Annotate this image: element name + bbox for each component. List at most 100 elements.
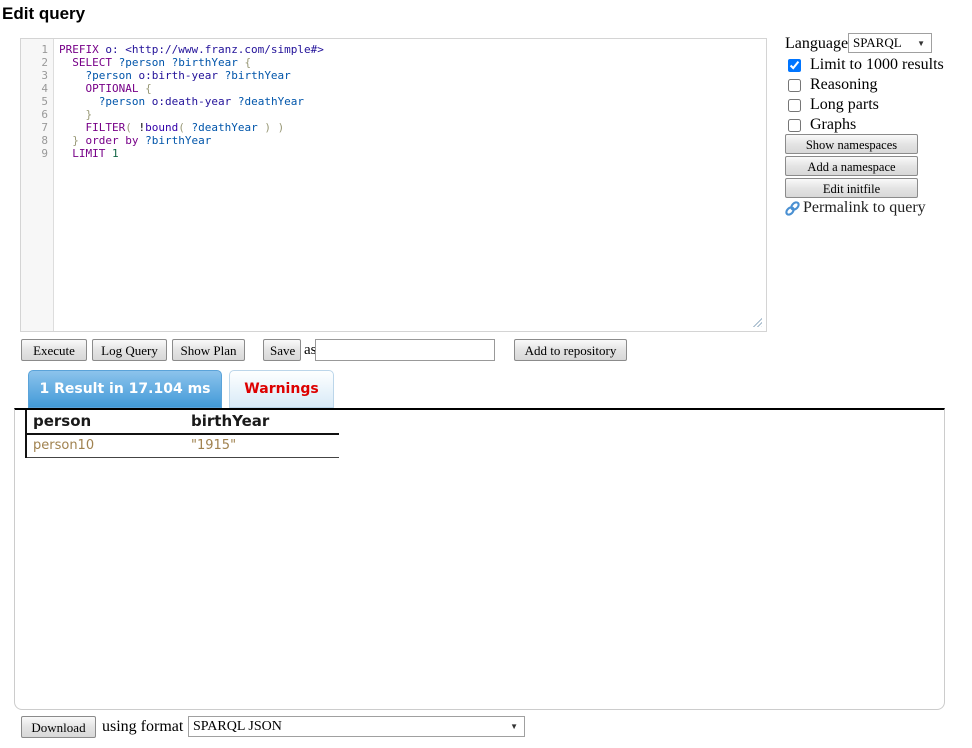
download-button[interactable]: Download [21, 716, 96, 738]
query-editor[interactable]: 123456789 PREFIX o: <http://www.franz.co… [20, 38, 767, 332]
code-line[interactable]: LIMIT 1 [59, 147, 766, 160]
code-token [59, 121, 86, 134]
result-table: person birthYear person10 "1915" [25, 410, 339, 458]
tab-warnings[interactable]: Warnings [229, 370, 334, 408]
code-token [59, 108, 86, 121]
long-parts-checkbox[interactable] [788, 99, 801, 112]
table-row: person10 "1915" [27, 435, 339, 458]
add-to-repository-button[interactable]: Add to repository [514, 339, 627, 361]
long-parts-checkbox-row[interactable]: Long parts [788, 96, 879, 114]
language-label: Language: [785, 35, 853, 53]
code-token [59, 82, 86, 95]
code-token: ?person ?birthYear [119, 56, 245, 69]
reasoning-checkbox-row[interactable]: Reasoning [788, 76, 878, 94]
editor-lines: PREFIX o: <http://www.franz.com/simple#>… [59, 43, 766, 160]
code-token: ) [278, 121, 285, 134]
editor-code[interactable]: PREFIX o: <http://www.franz.com/simple#>… [54, 39, 766, 331]
using-format-label: using format [102, 718, 183, 736]
language-select[interactable]: SPARQL ▼ [848, 33, 932, 53]
execute-button[interactable]: Execute [21, 339, 87, 361]
tab-results[interactable]: 1 Result in 17.104 ms [28, 370, 222, 408]
table-header-row: person birthYear [27, 410, 339, 435]
edit-query-page: Edit query 123456789 PREFIX o: <http://w… [0, 0, 972, 748]
code-token: bound [145, 121, 178, 134]
code-token: 1 [112, 147, 119, 160]
code-line[interactable]: FILTER( !bound( ?deathYear ) ) [59, 121, 766, 134]
code-token [59, 69, 86, 82]
format-select-value: SPARQL JSON [193, 719, 282, 735]
code-token: ?birthYear [225, 69, 291, 82]
resize-handle-icon[interactable] [751, 316, 762, 327]
chevron-down-icon: ▼ [510, 722, 520, 731]
code-token: FILTER [86, 121, 126, 134]
code-token: order by [86, 134, 146, 147]
code-token: o: <http://www.franz.com/simple#> [105, 43, 324, 56]
save-button[interactable]: Save [263, 339, 301, 361]
reasoning-label: Reasoning [810, 76, 878, 94]
page-title: Edit query [2, 4, 85, 24]
graphs-checkbox-row[interactable]: Graphs [788, 116, 856, 134]
code-token: ?birthYear [145, 134, 211, 147]
line-number: 9 [21, 147, 53, 160]
code-token: o:death-year [152, 95, 238, 108]
save-name-input[interactable] [315, 339, 495, 361]
code-token: ?person [86, 69, 139, 82]
add-namespace-button[interactable]: Add a namespace [785, 156, 918, 176]
code-token: o:birth-year [138, 69, 224, 82]
chain-link-icon [784, 200, 801, 217]
code-token: } [72, 134, 85, 147]
code-token: LIMIT [72, 147, 112, 160]
line-number: 7 [21, 121, 53, 134]
show-plan-button[interactable]: Show Plan [172, 339, 245, 361]
code-line[interactable]: } [59, 108, 766, 121]
edit-initfile-button[interactable]: Edit initfile [785, 178, 918, 198]
log-query-button[interactable]: Log Query [92, 339, 167, 361]
code-line[interactable]: OPTIONAL { [59, 82, 766, 95]
long-parts-label: Long parts [810, 96, 879, 114]
code-line[interactable]: ?person o:birth-year ?birthYear [59, 69, 766, 82]
result-birthyear-value: "1915" [191, 438, 339, 453]
show-namespaces-button[interactable]: Show namespaces [785, 134, 918, 154]
result-person-link[interactable]: person10 [27, 438, 191, 453]
code-token: ?deathYear [238, 95, 304, 108]
language-select-value: SPARQL [853, 35, 902, 51]
code-token: PREFIX [59, 43, 105, 56]
limit-results-checkbox-row[interactable]: Limit to 1000 results [788, 56, 944, 74]
line-number: 6 [21, 108, 53, 121]
code-token [59, 147, 72, 160]
line-number: 1 [21, 43, 53, 56]
line-number: 3 [21, 69, 53, 82]
code-line[interactable]: ?person o:death-year ?deathYear [59, 95, 766, 108]
code-token: ( [125, 121, 138, 134]
permalink-label: Permalink to query [803, 199, 926, 217]
editor-gutter: 123456789 [21, 39, 54, 331]
limit-results-label: Limit to 1000 results [810, 56, 944, 74]
permalink-to-query-link[interactable]: Permalink to query [784, 199, 926, 217]
code-token [59, 56, 72, 69]
reasoning-checkbox[interactable] [788, 79, 801, 92]
code-token: ?deathYear [192, 121, 265, 134]
code-line[interactable]: PREFIX o: <http://www.franz.com/simple#> [59, 43, 766, 56]
line-number: 2 [21, 56, 53, 69]
graphs-checkbox[interactable] [788, 119, 801, 132]
code-line[interactable]: SELECT ?person ?birthYear { [59, 56, 766, 69]
code-token: { [244, 56, 251, 69]
code-token: ?person [99, 95, 152, 108]
column-header-person: person [27, 412, 191, 430]
code-line[interactable]: } order by ?birthYear [59, 134, 766, 147]
code-token: } [86, 108, 93, 121]
code-token: OPTIONAL [86, 82, 146, 95]
limit-results-checkbox[interactable] [788, 59, 801, 72]
code-token [59, 95, 99, 108]
code-token: { [145, 82, 152, 95]
code-token: ( [178, 121, 191, 134]
format-select[interactable]: SPARQL JSON ▼ [188, 716, 525, 737]
results-panel: person birthYear person10 "1915" [14, 408, 945, 710]
chevron-down-icon: ▼ [917, 39, 927, 48]
code-token: ) [264, 121, 277, 134]
code-token [59, 134, 72, 147]
line-number: 5 [21, 95, 53, 108]
line-number: 8 [21, 134, 53, 147]
column-header-birthyear: birthYear [191, 412, 339, 430]
line-number: 4 [21, 82, 53, 95]
